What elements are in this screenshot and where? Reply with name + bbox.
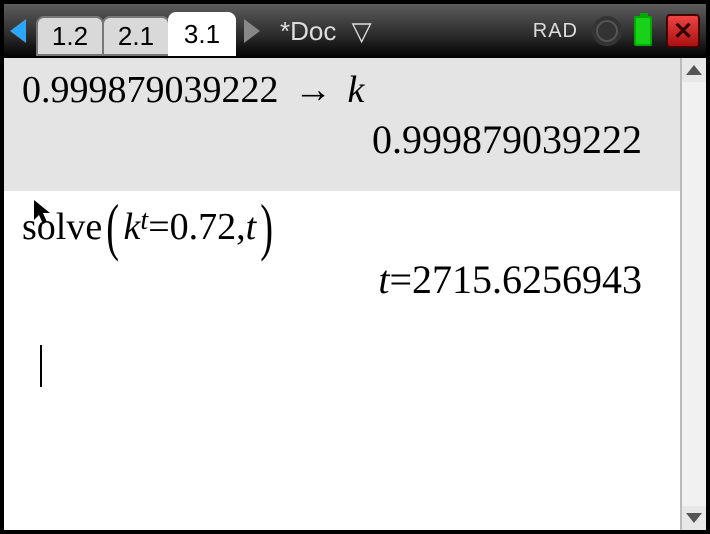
- tab-2[interactable]: 2.1: [102, 16, 170, 56]
- tab-1-label: 1.2: [52, 21, 88, 52]
- document-title-text: *Doc: [280, 16, 336, 46]
- history-1-output: 0.999879039222: [22, 116, 662, 163]
- equals-sign: =: [148, 205, 169, 249]
- doc-dropdown-icon: ▽: [352, 16, 372, 47]
- app-frame: 1.2 2.1 3.1 *Doc ▽ RAD ✕ 0.999879039222 …: [0, 0, 710, 534]
- history-entry-2[interactable]: solve ( k t = 0.72 , t ) t=2715.6256943: [4, 191, 680, 331]
- tab-2-label: 2.1: [118, 21, 154, 52]
- history-1-lhs: 0.999879039222: [22, 69, 279, 111]
- solve-rhs: 0.72: [170, 205, 237, 249]
- titlebar: 1.2 2.1 3.1 *Doc ▽ RAD ✕: [4, 4, 706, 58]
- tab-3-label: 3.1: [184, 19, 220, 50]
- store-arrow-icon: →: [294, 68, 332, 112]
- scroll-down-button[interactable]: [682, 506, 706, 530]
- result-val: 2715.6256943: [412, 257, 642, 302]
- nav-next-icon[interactable]: [244, 19, 260, 43]
- history-2-input: solve ( k t = 0.72 , t ): [22, 201, 278, 252]
- text-cursor-icon: [40, 345, 42, 387]
- nav-prev-icon[interactable]: [10, 19, 26, 43]
- lparen-icon: (: [106, 201, 119, 252]
- history-1-input: 0.999879039222 → k: [22, 68, 662, 112]
- close-icon: ✕: [673, 17, 693, 46]
- solve-for-var: t: [246, 205, 257, 249]
- settings-gear-icon[interactable]: [592, 16, 622, 46]
- comma: ,: [236, 205, 246, 249]
- input-line[interactable]: [4, 331, 680, 415]
- solve-base-var: k: [124, 205, 141, 249]
- scroll-up-button[interactable]: [682, 58, 706, 82]
- close-button[interactable]: ✕: [666, 14, 700, 48]
- vertical-scrollbar[interactable]: [680, 58, 706, 530]
- chevron-up-icon: [686, 65, 702, 75]
- history-entry-1[interactable]: 0.999879039222 → k 0.999879039222: [4, 58, 680, 191]
- battery-icon: [634, 16, 652, 46]
- workspace: 0.999879039222 → k 0.999879039222 solve …: [4, 58, 706, 530]
- history-1-var: k: [348, 69, 365, 111]
- document-title[interactable]: *Doc ▽: [280, 16, 372, 47]
- angle-mode-indicator: RAD: [533, 20, 578, 43]
- history-2-output: t=2715.6256943: [22, 256, 662, 303]
- solve-exp-var: t: [140, 205, 148, 237]
- tab-strip: 1.2 2.1 3.1: [36, 4, 234, 58]
- chevron-down-icon: [686, 513, 702, 523]
- result-var: t: [378, 257, 389, 302]
- tab-1[interactable]: 1.2: [36, 16, 104, 56]
- tab-3[interactable]: 3.1: [168, 12, 236, 56]
- calc-content[interactable]: 0.999879039222 → k 0.999879039222 solve …: [4, 58, 680, 530]
- cursor-pointer-icon: [32, 198, 54, 234]
- rparen-icon: ): [260, 201, 273, 252]
- result-eq: =: [389, 257, 412, 302]
